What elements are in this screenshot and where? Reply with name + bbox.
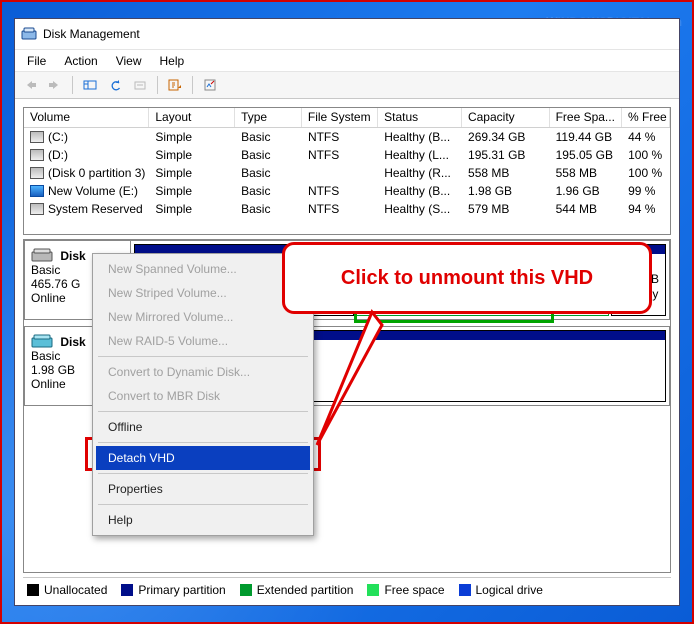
- legend-primary-swatch: [121, 584, 133, 596]
- volume-row[interactable]: (Disk 0 partition 3)SimpleBasicHealthy (…: [24, 164, 670, 182]
- ctx-new-striped: New Striped Volume...: [96, 281, 310, 305]
- volume-icon: [30, 167, 44, 179]
- col-type: Type: [235, 108, 302, 127]
- back-button[interactable]: [19, 74, 41, 96]
- vhd-disk-icon: [31, 333, 53, 349]
- menu-file[interactable]: File: [19, 52, 54, 70]
- legend: Unallocated Primary partition Extended p…: [23, 577, 671, 601]
- forward-button[interactable]: [44, 74, 66, 96]
- settings-button[interactable]: [199, 74, 221, 96]
- refresh-button[interactable]: [104, 74, 126, 96]
- volume-icon: [30, 149, 44, 161]
- ctx-convert-dynamic: Convert to Dynamic Disk...: [96, 360, 310, 384]
- menu-view[interactable]: View: [108, 52, 150, 70]
- legend-unallocated-swatch: [27, 584, 39, 596]
- volume-icon: [30, 185, 44, 197]
- col-pctfree: % Free: [622, 108, 670, 127]
- col-capacity: Capacity: [462, 108, 550, 127]
- context-menu: New Spanned Volume... New Striped Volume…: [92, 253, 314, 536]
- legend-free-swatch: [367, 584, 379, 596]
- ctx-properties[interactable]: Properties: [96, 477, 310, 501]
- ctx-convert-mbr: Convert to MBR Disk: [96, 384, 310, 408]
- volume-icon: [30, 203, 44, 215]
- volume-icon: [30, 131, 44, 143]
- legend-extended-swatch: [240, 584, 252, 596]
- ctx-offline[interactable]: Offline: [96, 415, 310, 439]
- app-icon: [21, 26, 37, 42]
- volume-row[interactable]: (D:)SimpleBasicNTFSHealthy (L...195.31 G…: [24, 146, 670, 164]
- titlebar[interactable]: Disk Management: [15, 19, 679, 49]
- volume-row[interactable]: New Volume (E:)SimpleBasicNTFSHealthy (B…: [24, 182, 670, 200]
- help-button[interactable]: [164, 74, 186, 96]
- ctx-new-mirrored: New Mirrored Volume...: [96, 305, 310, 329]
- show-hide-button[interactable]: [79, 74, 101, 96]
- col-status: Status: [378, 108, 462, 127]
- volume-row[interactable]: System ReservedSimpleBasicNTFSHealthy (S…: [24, 200, 670, 218]
- volume-row[interactable]: (C:)SimpleBasicNTFSHealthy (B...269.34 G…: [24, 128, 670, 146]
- col-volume: Volume: [24, 108, 149, 127]
- legend-logical-swatch: [459, 584, 471, 596]
- col-freespace: Free Spa...: [550, 108, 622, 127]
- ctx-new-spanned: New Spanned Volume...: [96, 257, 310, 281]
- menu-help[interactable]: Help: [152, 52, 193, 70]
- toolbar: [15, 71, 679, 99]
- ctx-new-raid5: New RAID-5 Volume...: [96, 329, 310, 353]
- volume-columns-header[interactable]: Volume Layout Type File System Status Ca…: [24, 108, 670, 128]
- disk0-partition-d[interactable]: (D:)195.31 GB NTFSHealthy (Logical Drive…: [356, 244, 609, 316]
- col-filesystem: File System: [302, 108, 378, 127]
- ctx-detach-vhd[interactable]: Detach VHD: [96, 446, 310, 470]
- volume-list-pane: Volume Layout Type File System Status Ca…: [23, 107, 671, 235]
- rescan-button[interactable]: [129, 74, 151, 96]
- menubar: File Action View Help: [15, 49, 679, 71]
- disk0-partition-recovery[interactable]: 558 MBHealthy: [611, 244, 666, 316]
- col-layout: Layout: [149, 108, 235, 127]
- window-title: Disk Management: [43, 27, 140, 41]
- menu-action[interactable]: Action: [56, 52, 105, 70]
- disk-icon: [31, 247, 53, 263]
- ctx-help[interactable]: Help: [96, 508, 310, 532]
